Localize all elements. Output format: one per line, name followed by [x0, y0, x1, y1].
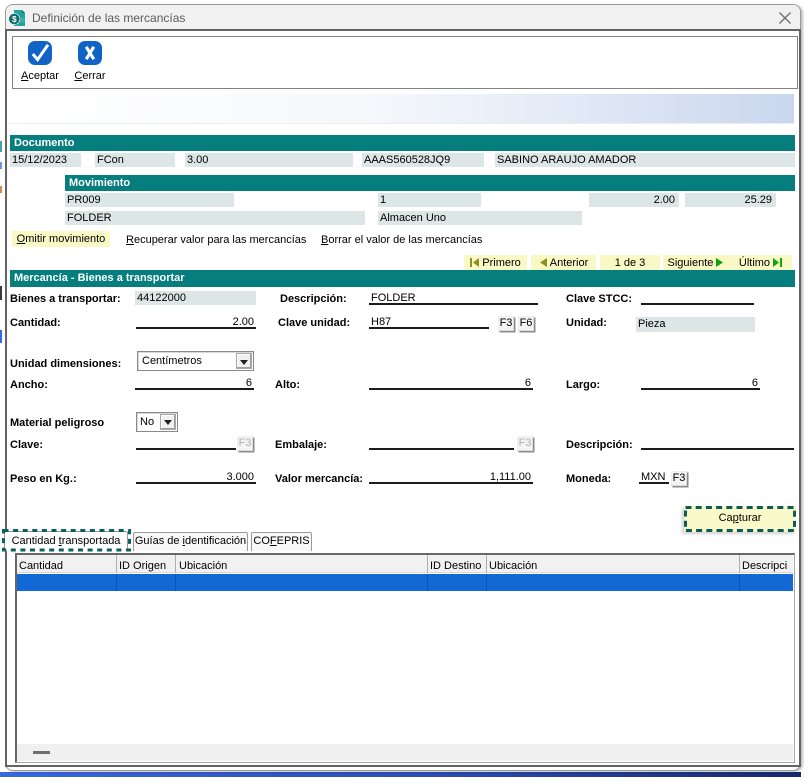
svg-text:$: $: [12, 15, 17, 24]
